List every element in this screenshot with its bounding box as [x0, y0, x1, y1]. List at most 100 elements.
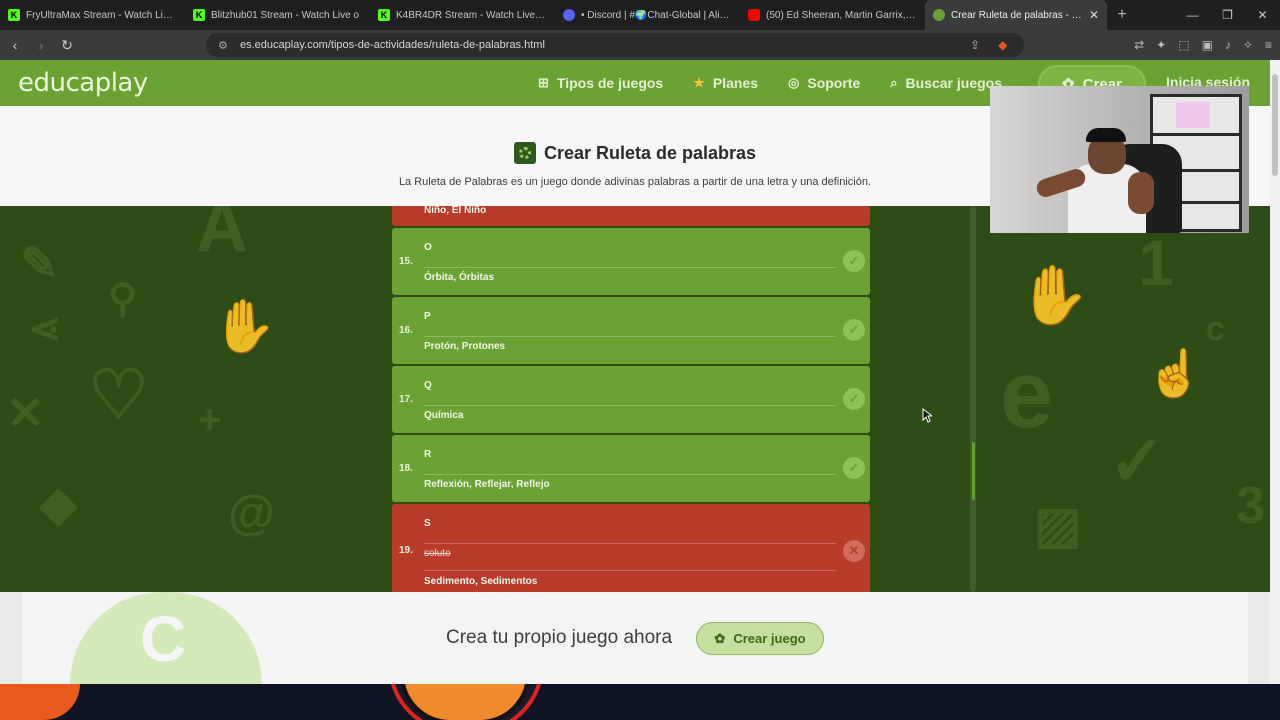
- browser-tab[interactable]: • Discord | #🌍Chat-Global | Alianza: [555, 0, 740, 30]
- extension-icon[interactable]: ✦: [1156, 38, 1166, 52]
- row-number: 15.: [399, 256, 413, 267]
- row-divider: [424, 405, 836, 406]
- browser-tab[interactable]: K Blitzhub01 Stream - Watch Live o: [185, 0, 370, 30]
- number-1-decoration: 1: [1138, 227, 1174, 299]
- number-3-decoration: 3: [1236, 477, 1265, 535]
- browser-tab[interactable]: (50) Ed Sheeran, Martin Garrix, Ky: [740, 0, 925, 30]
- forward-icon[interactable]: ›: [30, 37, 52, 53]
- sidebar-icon[interactable]: ▣: [1202, 38, 1213, 52]
- at-decoration: @: [228, 487, 275, 540]
- correct-answer: Órbita, Órbitas: [424, 272, 495, 283]
- plus-decoration: +: [198, 398, 222, 442]
- check-icon: ✓: [843, 319, 865, 341]
- search-games-icon: ⌕: [890, 75, 898, 90]
- word-wheel-icon: [513, 142, 536, 164]
- row-divider: [424, 267, 836, 268]
- row-number: 16.: [399, 325, 413, 336]
- tab-title: FryUltraMax Stream - Watch Live o: [26, 9, 177, 21]
- image-decoration: ▨: [1034, 497, 1082, 553]
- row-divider: [424, 543, 836, 544]
- list-scrollbar[interactable]: [970, 206, 976, 592]
- page-title: Crear Ruleta de palabras: [543, 142, 757, 163]
- restore-icon[interactable]: ❐: [1210, 0, 1245, 30]
- row-letter: R: [424, 449, 432, 460]
- minimize-icon[interactable]: —: [1175, 0, 1210, 30]
- letter-a-decoration: A: [196, 206, 248, 267]
- window-controls: — ❐ ✕: [1175, 0, 1280, 30]
- tab-title: Blitzhub01 Stream - Watch Live o: [211, 9, 360, 21]
- page-scrollbar-thumb[interactable]: [1272, 74, 1278, 176]
- sparkle-icon: ✿: [714, 630, 726, 646]
- address-bar: ‹ › ↻ ⚙ es.educaplay.com/tipos-de-activi…: [0, 30, 1280, 60]
- url-field[interactable]: ⚙ es.educaplay.com/tipos-de-actividades/…: [206, 33, 1024, 57]
- letter-c-decoration: c: [1206, 310, 1225, 348]
- grid-icon: ⊞: [538, 75, 549, 90]
- pencil-decoration: ✎: [20, 237, 59, 289]
- browser-tab[interactable]: K FryUltraMax Stream - Watch Live o: [0, 0, 185, 30]
- reload-icon[interactable]: ↻: [56, 37, 78, 54]
- nav-tipos-de-juegos[interactable]: ⊞ Tipos de juegos: [538, 75, 663, 91]
- given-answer: soluto: [424, 548, 451, 559]
- nav-soporte[interactable]: ◎ Soporte: [788, 75, 860, 91]
- webcam-person-cap: [1086, 128, 1126, 142]
- browser-tab-active[interactable]: Crear Ruleta de palabras - Educa ✕: [925, 0, 1107, 30]
- educaplay-logo[interactable]: educaplay: [18, 68, 148, 98]
- menu-icon[interactable]: ≡: [1265, 38, 1272, 52]
- check-icon: ✓: [843, 250, 865, 272]
- brave-shield-icon[interactable]: ◆: [998, 38, 1007, 52]
- nav-label: Tipos de juegos: [556, 75, 664, 91]
- close-window-icon[interactable]: ✕: [1245, 0, 1280, 30]
- kick-icon: K: [8, 9, 20, 21]
- music-icon[interactable]: ♪: [1225, 38, 1231, 52]
- new-tab-button[interactable]: +: [1107, 6, 1137, 24]
- leo-icon[interactable]: ✧: [1243, 38, 1253, 52]
- webcam-overlay: [990, 86, 1249, 233]
- answer-list: Niño, El Niño 15. O Órbita, Órbitas ✓ 16…: [392, 206, 870, 592]
- answer-row-o: 15. O Órbita, Órbitas ✓: [392, 228, 870, 295]
- tab-title: • Discord | #🌍Chat-Global | Alianza: [581, 9, 732, 21]
- tab-title: K4BR4DR Stream - Watch Live on Kic: [396, 9, 547, 21]
- row-divider: [424, 336, 836, 337]
- overlay-shape: [0, 684, 80, 720]
- main-nav: ⊞ Tipos de juegos ★ Planes ◎ Soporte ⌕ B…: [538, 60, 1002, 106]
- answer-row-partial: Niño, El Niño: [392, 206, 870, 226]
- kick-icon: K: [193, 9, 205, 21]
- create-game-button[interactable]: ✿ Crear juego: [696, 622, 824, 655]
- create-game-label: Crear juego: [733, 631, 806, 646]
- row-divider: [424, 474, 836, 475]
- row-letter: P: [424, 311, 431, 322]
- answer-row-p: 16. P Protón, Protones ✓: [392, 297, 870, 364]
- cross-icon: ✕: [843, 540, 865, 562]
- letter-e-decoration: e: [1000, 341, 1054, 448]
- answer-row-r: 18. R Reflexión, Reflejar, Reflejo ✓: [392, 435, 870, 502]
- nav-planes[interactable]: ★ Planes: [693, 75, 758, 91]
- puzzle-icon[interactable]: ⬚: [1178, 38, 1189, 52]
- extensions-bar: ⇄ ✦ ⬚ ▣ ♪ ✧ ≡: [1134, 30, 1272, 60]
- back-icon[interactable]: ‹: [4, 37, 26, 53]
- correct-answer: Química: [424, 410, 464, 421]
- browser-tab[interactable]: K K4BR4DR Stream - Watch Live on Kic: [370, 0, 555, 30]
- cap-decoration: ◆: [40, 478, 77, 531]
- nav-label: Soporte: [807, 75, 861, 91]
- heart-decoration: ♡: [88, 357, 149, 433]
- answer-row-s: 19. S soluto Sedimento, Sedimentos ✕: [392, 504, 870, 592]
- mouse-cursor-icon: [922, 408, 932, 423]
- correct-answer: Sedimento, Sedimentos: [424, 576, 538, 587]
- close-icon[interactable]: ✕: [1089, 8, 1099, 22]
- correct-answer: Niño, El Niño: [424, 206, 487, 216]
- share-icon[interactable]: ⇪: [970, 38, 980, 52]
- check-icon: ✓: [843, 457, 865, 479]
- list-scrollbar-thumb[interactable]: [972, 442, 975, 500]
- url-text: es.educaplay.com/tipos-de-actividades/ru…: [240, 39, 545, 51]
- share-decoration: ⋖: [28, 307, 62, 351]
- row-letter: Q: [424, 380, 432, 391]
- site-info-icon[interactable]: ⚙: [218, 39, 232, 52]
- hand-decoration: ✋: [212, 298, 277, 356]
- tab-title: Crear Ruleta de palabras - Educa: [951, 9, 1083, 21]
- row-letter: S: [424, 518, 431, 529]
- lifebuoy-icon: ◎: [788, 75, 800, 90]
- translate-icon[interactable]: ⇄: [1134, 38, 1144, 52]
- row-divider: [424, 570, 836, 571]
- nav-buscar-juegos[interactable]: ⌕ Buscar juegos: [890, 75, 1002, 91]
- correct-answer: Protón, Protones: [424, 341, 506, 352]
